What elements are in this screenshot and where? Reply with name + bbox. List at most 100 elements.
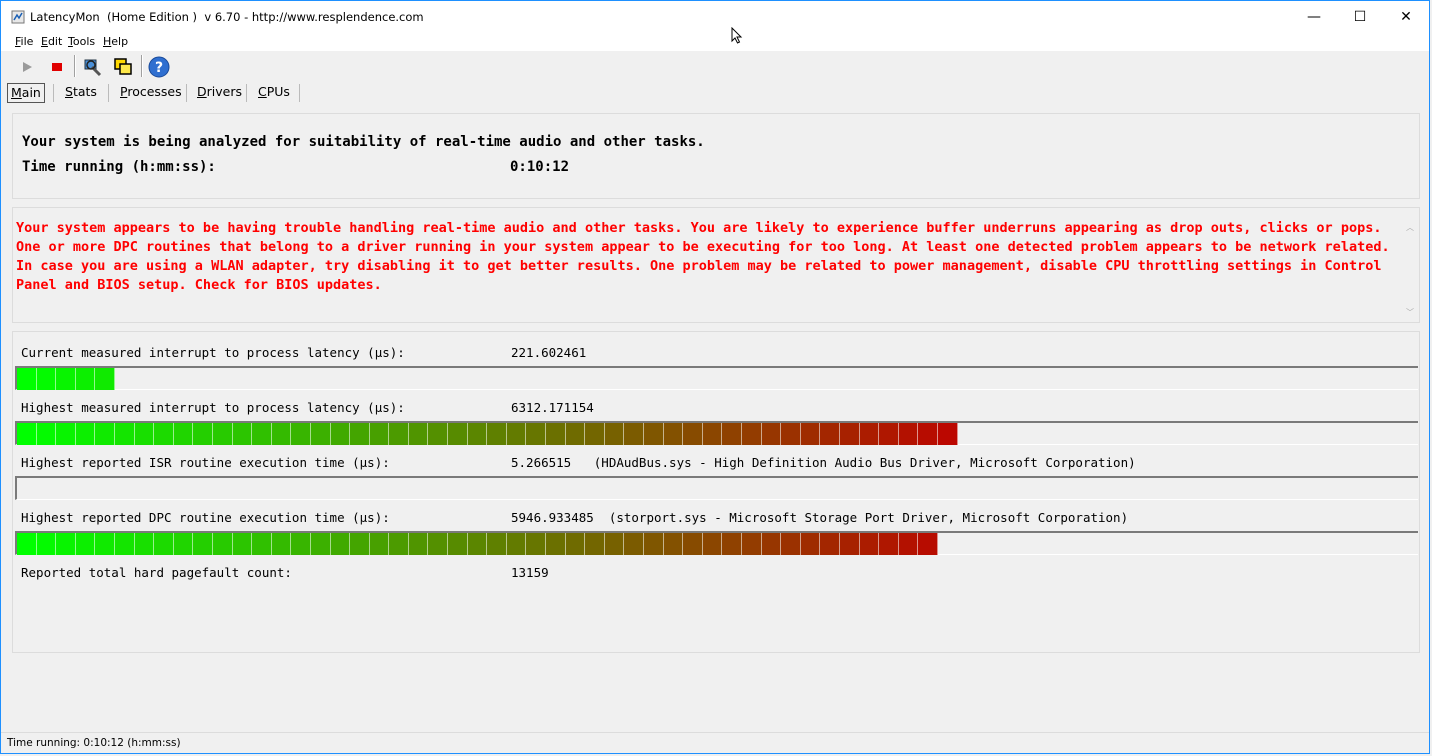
menu-file[interactable]: File: [15, 35, 33, 48]
bar-segment: [232, 533, 253, 555]
bar-segment: [526, 423, 547, 445]
help-icon: ?: [148, 56, 170, 78]
latency-bar: [15, 476, 1418, 500]
bar-segment: [212, 533, 233, 555]
bar-segment: [644, 533, 664, 555]
bar-segment: [604, 533, 625, 555]
scroll-down-icon[interactable]: ﹀: [1406, 307, 1414, 318]
bar-fill: [17, 368, 115, 390]
bar-segment: [879, 423, 899, 445]
bar-segment: [291, 423, 311, 445]
close-icon: ✕: [1400, 9, 1412, 25]
bar-segment: [17, 423, 37, 445]
bar-segment: [839, 423, 860, 445]
pagefault-value: 13159: [511, 565, 549, 580]
close-button[interactable]: ✕: [1383, 1, 1429, 33]
latency-bar: [15, 366, 1418, 390]
tab-drivers[interactable]: Drivers: [194, 82, 245, 102]
bar-segment: [271, 533, 292, 555]
bar-segment: [56, 533, 76, 555]
tab-separator: [299, 84, 300, 102]
scroll-up-icon[interactable]: ︿: [1406, 222, 1414, 233]
app-window: LatencyMon (Home Edition ) v 6.70 - http…: [0, 0, 1430, 754]
metric-label: Highest measured interrupt to process la…: [21, 400, 405, 415]
help-button[interactable]: ?: [147, 55, 171, 79]
app-icon: [11, 10, 25, 24]
bar-segment: [252, 423, 272, 445]
bar-segment: [95, 533, 115, 555]
bar-segment: [212, 423, 233, 445]
bar-segment: [546, 423, 566, 445]
toolbar-separator: [74, 55, 76, 77]
bar-segment: [134, 423, 155, 445]
analyze-button[interactable]: [81, 55, 105, 79]
tab-cpus[interactable]: CPUs: [255, 82, 293, 102]
bar-segment: [546, 533, 566, 555]
analysis-status-text: Your system is being analyzed for suitab…: [22, 134, 705, 150]
copy-windows-icon: [114, 58, 132, 75]
metric-value: 5.266515 (HDAudBus.sys - High Definition…: [511, 455, 1136, 470]
time-running-label: Time running (h:mm:ss):: [22, 159, 216, 175]
latency-bar: [15, 421, 1418, 445]
bar-segment: [585, 423, 605, 445]
bar-segment: [350, 533, 370, 555]
bar-segment: [526, 533, 547, 555]
bar-segment: [75, 423, 96, 445]
bar-segment: [800, 423, 821, 445]
bar-segment: [173, 423, 194, 445]
bar-segment: [428, 533, 449, 555]
bar-segment: [702, 423, 723, 445]
minimize-button[interactable]: —: [1291, 1, 1337, 33]
metric-label: Highest reported DPC routine execution t…: [21, 510, 390, 525]
bar-segment: [624, 423, 644, 445]
bar-segment: [859, 533, 880, 555]
metric-label: Current measured interrupt to process la…: [21, 345, 405, 360]
metric-label: Highest reported ISR routine execution t…: [21, 455, 390, 470]
start-button[interactable]: [15, 55, 39, 79]
bar-segment: [95, 368, 115, 390]
bar-segment: [17, 368, 37, 390]
minimize-icon: —: [1307, 9, 1321, 25]
latency-bar: [15, 531, 1418, 555]
menu-help[interactable]: Help: [103, 35, 128, 48]
tab-processes[interactable]: Processes: [117, 82, 185, 102]
bar-segment: [467, 423, 488, 445]
bar-segment: [761, 533, 782, 555]
bar-segment: [663, 423, 684, 445]
bar-segment: [56, 423, 76, 445]
tab-separator: [246, 84, 247, 102]
metrics-panel: Current measured interrupt to process la…: [12, 331, 1420, 653]
bar-segment: [36, 423, 57, 445]
bar-segment: [702, 533, 723, 555]
bar-segment: [898, 533, 919, 555]
bar-segment: [408, 423, 429, 445]
bar-segment: [800, 533, 821, 555]
bar-segment: [859, 423, 880, 445]
bar-segment: [683, 533, 703, 555]
bar-segment: [506, 533, 527, 555]
bar-segment: [506, 423, 527, 445]
bar-segment: [722, 423, 742, 445]
bar-segment: [36, 533, 57, 555]
menu-edit[interactable]: Edit: [41, 35, 62, 48]
title-bar[interactable]: LatencyMon (Home Edition ) v 6.70 - http…: [1, 1, 1429, 33]
bar-segment: [271, 423, 292, 445]
stop-button[interactable]: [45, 55, 69, 79]
mouse-cursor-icon: [731, 27, 743, 44]
bar-segment: [820, 533, 840, 555]
maximize-button[interactable]: ☐: [1337, 1, 1383, 33]
bar-segment: [565, 533, 586, 555]
warning-panel[interactable]: Your system appears to be having trouble…: [12, 207, 1420, 323]
bar-segment: [448, 533, 468, 555]
bar-segment: [644, 423, 664, 445]
menu-tools[interactable]: Tools: [68, 35, 95, 48]
bar-segment: [291, 533, 311, 555]
bar-segment: [369, 533, 390, 555]
time-running-value: 0:10:12: [510, 159, 570, 175]
warning-text: Your system appears to be having trouble…: [16, 220, 1390, 293]
tab-main[interactable]: Main: [7, 83, 45, 103]
tab-stats[interactable]: Stats: [62, 82, 100, 102]
bar-segment: [487, 533, 507, 555]
copy-button[interactable]: [111, 55, 135, 79]
bar-segment: [17, 533, 37, 555]
